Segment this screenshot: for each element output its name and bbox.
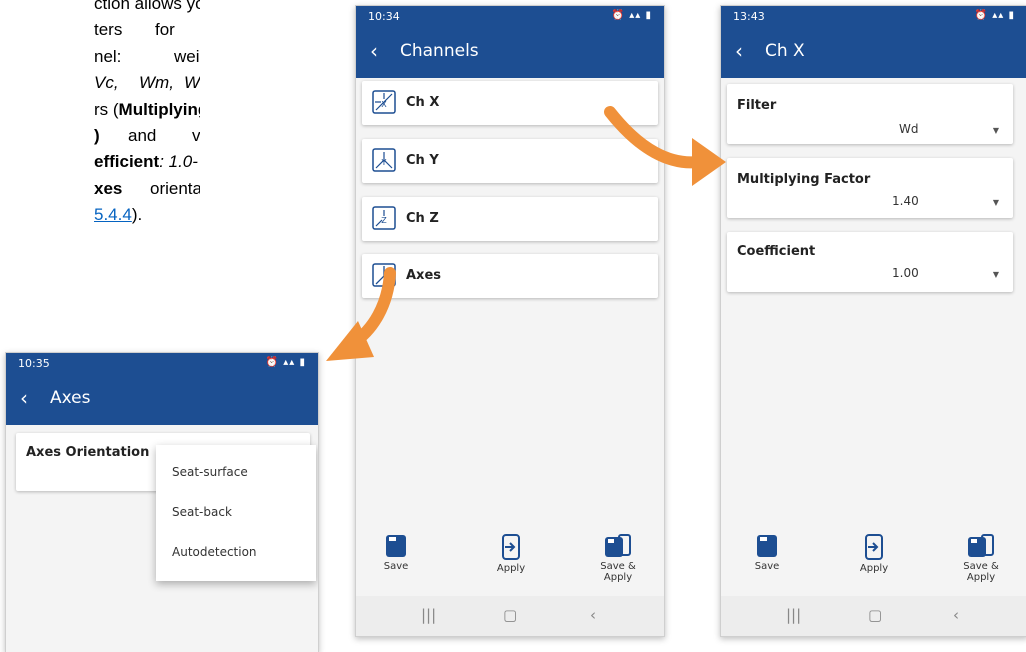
- phone-axes-screen: 10:35 ⏰ ▴▴ ▮ ‹ Axes Axes Orientation Sea…: [5, 352, 319, 652]
- channel-label: Ch Y: [406, 153, 439, 168]
- option-autodetection[interactable]: Autodetection: [172, 545, 257, 559]
- save-label: Save: [383, 561, 409, 572]
- dropdown-caret-icon[interactable]: ▼: [993, 198, 999, 207]
- apply-button[interactable]: Apply: [471, 528, 551, 574]
- save-button[interactable]: Save: [727, 528, 807, 572]
- apply-label: Apply: [496, 563, 526, 574]
- manual-line-7: efficient: 1.0-: [94, 152, 198, 171]
- save-and-apply-button[interactable]: Save & Apply: [578, 528, 658, 583]
- home-icon[interactable]: ▢: [868, 606, 882, 624]
- save-apply-icon: [605, 534, 631, 557]
- nav-back-icon[interactable]: ‹: [953, 606, 959, 624]
- bottom-action-bar: Save Apply Save & Apply: [721, 528, 1026, 590]
- app-bar: ‹ Channels: [356, 28, 664, 78]
- page-title: Axes: [50, 388, 91, 408]
- manual-line-2: tersforeach: [94, 20, 175, 39]
- manual-line-9: 5.4.4).: [94, 205, 143, 224]
- status-bar: 10:35 ⏰ ▴▴ ▮: [6, 353, 318, 375]
- status-time: 10:35: [18, 357, 50, 370]
- status-bar: 13:43 ⏰ ▴▴ ▮: [721, 6, 1026, 28]
- nav-back-icon[interactable]: ‹: [590, 606, 596, 624]
- save-label: Save: [754, 561, 780, 572]
- save-and-apply-button[interactable]: Save & Apply: [941, 528, 1021, 583]
- manual-line-1: ction allows you: [94, 0, 200, 13]
- save-apply-label-2: Apply: [966, 572, 996, 583]
- recent-apps-icon[interactable]: |||: [786, 606, 801, 624]
- filter-select[interactable]: Wd: [899, 122, 918, 136]
- axes-orientation-dropdown: Seat-surface Seat-back Autodetection: [156, 445, 316, 581]
- apply-label: Apply: [859, 563, 889, 574]
- apply-icon: [502, 534, 520, 560]
- save-apply-label-1: Save &: [963, 561, 999, 572]
- status-icons: ⏰ ▴▴ ▮: [611, 10, 652, 21]
- save-apply-label-2: Apply: [603, 572, 633, 583]
- manual-line-6: )andvector: [94, 126, 200, 145]
- arrow-to-axes-icon: [326, 267, 396, 361]
- field-label: Filter: [737, 98, 777, 113]
- coefficient-select[interactable]: 1.00: [892, 266, 919, 280]
- home-icon[interactable]: ▢: [503, 606, 517, 624]
- channel-label: Axes: [406, 268, 442, 283]
- app-bar: ‹ Ch X: [721, 28, 1026, 78]
- dropdown-caret-icon[interactable]: ▼: [993, 270, 999, 279]
- phone-ch-x-screen: 13:43 ⏰ ▴▴ ▮ ‹ Ch X Filter Wd ▼ Multiply…: [720, 5, 1026, 637]
- field-label: Coefficient: [737, 244, 816, 259]
- apply-icon: [865, 534, 883, 560]
- svg-text:Y: Y: [381, 158, 387, 167]
- manual-line-4: Vc,Wm,Wf),: [94, 73, 200, 92]
- dropdown-caret-icon[interactable]: ▼: [993, 126, 999, 135]
- axis-x-icon: X: [372, 90, 396, 114]
- manual-line-8: xesorientation: [94, 179, 200, 198]
- channel-label: Ch X: [406, 95, 440, 110]
- status-time: 10:34: [368, 10, 400, 23]
- status-time: 13:43: [733, 10, 765, 23]
- manual-line-3: nel:weighting: [94, 47, 200, 66]
- axis-z-icon: Z: [372, 206, 396, 230]
- channel-item-ch-z[interactable]: Z Ch Z: [362, 197, 658, 241]
- bottom-action-bar: Save Apply Save & Apply: [356, 528, 664, 590]
- svg-text:Z: Z: [381, 216, 387, 225]
- field-label: Axes Orientation: [26, 445, 150, 460]
- android-nav-bar: ||| ▢ ‹: [721, 596, 1026, 636]
- filter-field[interactable]: Filter Wd ▼: [727, 84, 1013, 144]
- back-arrow-icon[interactable]: ‹: [370, 40, 378, 62]
- save-apply-label-1: Save &: [600, 561, 636, 572]
- page-title: Channels: [400, 41, 479, 61]
- manual-text-fragment: ction allows you tersforeach nel:weighti…: [0, 0, 200, 270]
- arrow-to-ch-x-icon: [604, 106, 726, 186]
- android-nav-bar: ||| ▢ ‹: [356, 596, 664, 636]
- recent-apps-icon[interactable]: |||: [421, 606, 436, 624]
- save-icon: [386, 535, 406, 557]
- save-button[interactable]: Save: [356, 528, 436, 572]
- app-bar: ‹ Axes: [6, 375, 318, 425]
- save-apply-icon: [968, 534, 994, 557]
- save-icon: [757, 535, 777, 557]
- svg-text:X: X: [381, 100, 387, 109]
- manual-line-5: rs (Multiplying: [94, 100, 200, 119]
- multiplying-factor-select[interactable]: 1.40: [892, 194, 919, 208]
- back-arrow-icon[interactable]: ‹: [20, 387, 28, 409]
- page-title: Ch X: [765, 41, 805, 61]
- axis-y-icon: Y: [372, 148, 396, 172]
- section-link[interactable]: 5.4.4: [94, 205, 132, 224]
- coefficient-field[interactable]: Coefficient 1.00 ▼: [727, 232, 1013, 292]
- field-label: Multiplying Factor: [737, 172, 871, 187]
- apply-button[interactable]: Apply: [834, 528, 914, 574]
- status-bar: 10:34 ⏰ ▴▴ ▮: [356, 6, 664, 28]
- channel-label: Ch Z: [406, 211, 439, 226]
- back-arrow-icon[interactable]: ‹: [735, 40, 743, 62]
- multiplying-factor-field[interactable]: Multiplying Factor 1.40 ▼: [727, 158, 1013, 218]
- option-seat-back[interactable]: Seat-back: [172, 505, 232, 519]
- status-icons: ⏰ ▴▴ ▮: [974, 10, 1015, 21]
- option-seat-surface[interactable]: Seat-surface: [172, 465, 248, 479]
- status-icons: ⏰ ▴▴ ▮: [265, 357, 306, 368]
